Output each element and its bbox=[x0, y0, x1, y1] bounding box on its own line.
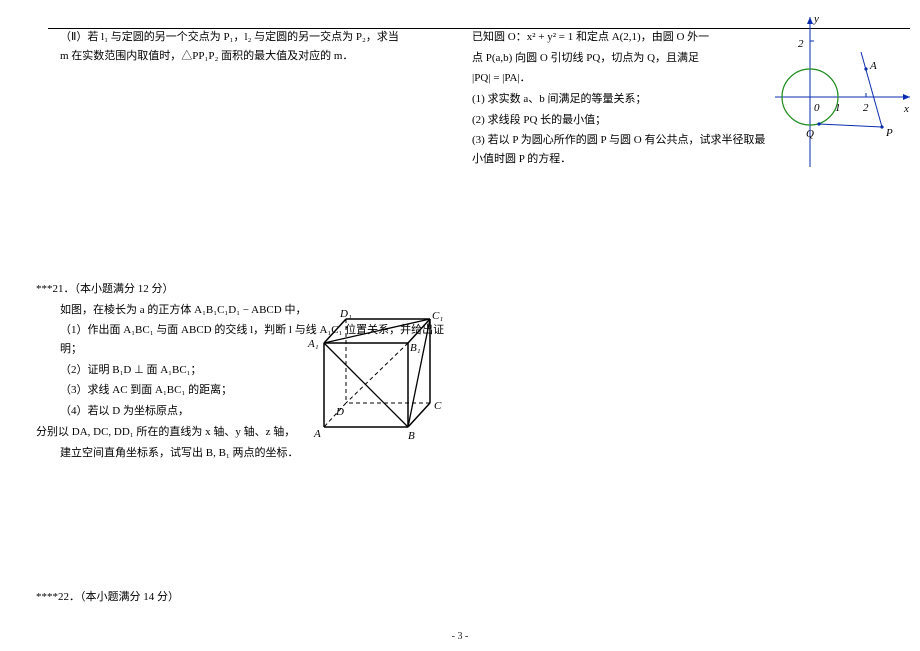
col-right: 已知圆 O：x² + y² = 1 和定点 A(2,1)，由圆 O 外一 点 P… bbox=[472, 28, 772, 171]
q22-header: ****22．（本小题满分 14 分） bbox=[36, 588, 450, 607]
page-footer: - 3 - bbox=[0, 628, 920, 645]
lbl-C: C bbox=[434, 397, 441, 416]
origin-label: 0 bbox=[814, 99, 820, 118]
q22-header-block: ****22．（本小题满分 14 分） bbox=[60, 588, 450, 609]
axis-y-label: y bbox=[814, 10, 819, 29]
axis-x-label: x bbox=[904, 100, 909, 119]
q22-p2: (2) 求线段 PQ 长的最小值； bbox=[472, 111, 772, 130]
q21-tail2: 建立空间直角坐标系，试写出 B, B₁ 两点的坐标． bbox=[60, 444, 450, 463]
q22-stem-a: 已知圆 O：x² + y² = 1 和定点 A(2,1)，由圆 O 外一 bbox=[472, 28, 772, 47]
col-left: （Ⅱ）若 l₁ 与定圆的另一个交点为 P₁，l₂ 与定圆的另一交点为 P₂，求当… bbox=[60, 28, 400, 67]
circle-tangent-graph: y x 0 2 1 2 A P Q bbox=[770, 12, 915, 172]
lbl-B1: B₁ bbox=[410, 339, 421, 358]
lbl-C1: C₁ bbox=[432, 307, 443, 326]
cube-diagram: D₁ C₁ A₁ B₁ D C A B bbox=[308, 307, 470, 442]
point-P-label: P bbox=[886, 124, 893, 143]
tick-2x: 2 bbox=[863, 99, 869, 118]
q22-p3: (3) 若以 P 为圆心所作的圆 P 与圆 O 有公共点，试求半径取最小值时圆 … bbox=[472, 131, 772, 168]
lbl-D1: D₁ bbox=[340, 305, 352, 324]
lbl-A1: A₁ bbox=[308, 335, 319, 354]
lbl-A: A bbox=[314, 425, 321, 444]
lbl-B: B bbox=[408, 427, 415, 446]
point-Q-label: Q bbox=[806, 125, 814, 144]
q22-cond: |PQ| = |PA|． bbox=[472, 69, 772, 88]
q21-header: ***21．（本小题满分 12 分） bbox=[36, 280, 450, 299]
q22-p1: (1) 求实数 a、b 间满足的等量关系； bbox=[472, 90, 772, 109]
tick-1x: 1 bbox=[835, 99, 841, 118]
tick-2y: 2 bbox=[798, 35, 804, 54]
lbl-D: D bbox=[336, 403, 344, 422]
q-part2-text: （Ⅱ）若 l₁ 与定圆的另一个交点为 P₁，l₂ 与定圆的另一交点为 P₂，求当… bbox=[60, 28, 400, 65]
point-A-label: A bbox=[870, 57, 877, 76]
q22-stem-b: 点 P(a,b) 向圆 O 引切线 PQ，切点为 Q，且满足 bbox=[472, 49, 772, 68]
